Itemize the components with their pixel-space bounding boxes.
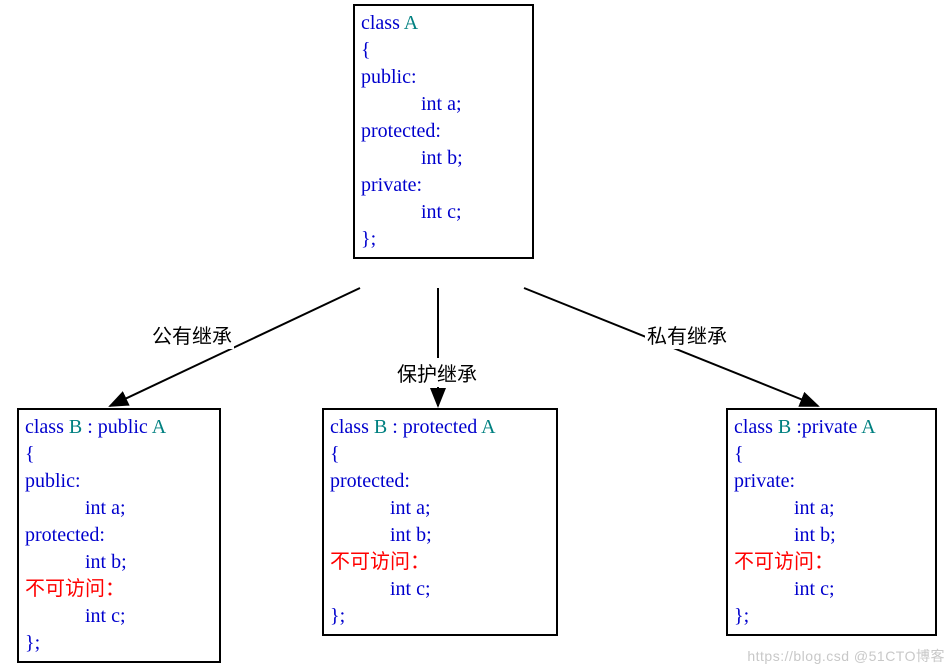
class-b-public-box: class B : public A { public: int a; prot… bbox=[17, 408, 221, 663]
inaccessible-label: 不可访问： bbox=[330, 549, 550, 576]
member-c: int c; bbox=[330, 576, 550, 603]
brace-close: }; bbox=[330, 603, 550, 630]
inaccessible-label: 不可访问： bbox=[25, 576, 213, 603]
member-a: int a; bbox=[734, 495, 929, 522]
member-b: int b; bbox=[734, 522, 929, 549]
access-private: private: bbox=[361, 172, 526, 199]
brace-open: { bbox=[734, 441, 929, 468]
member-a: int a; bbox=[25, 495, 213, 522]
class-a-decl: class A bbox=[361, 10, 526, 37]
label-public-inherit: 公有继承 bbox=[150, 320, 234, 349]
keyword-class: class bbox=[361, 12, 404, 34]
class-name-a: A bbox=[404, 12, 418, 34]
member-b: int b; bbox=[25, 549, 213, 576]
class-a-box: class A { public: int a; protected: int … bbox=[353, 4, 534, 259]
access-protected: protected: bbox=[25, 522, 213, 549]
access-public: public: bbox=[361, 64, 526, 91]
brace-close: }; bbox=[734, 603, 929, 630]
class-b-protected-box: class B : protected A { protected: int a… bbox=[322, 408, 558, 636]
member-c: int c; bbox=[361, 199, 526, 226]
access-private: private: bbox=[734, 468, 929, 495]
inaccessible-label: 不可访问： bbox=[734, 549, 929, 576]
member-c: int c; bbox=[25, 603, 213, 630]
access-protected: protected: bbox=[361, 118, 526, 145]
label-protected-inherit: 保护继承 bbox=[395, 358, 479, 387]
label-private-inherit: 私有继承 bbox=[645, 320, 729, 349]
class-b-private-decl: class B :private A bbox=[734, 414, 929, 441]
member-b: int b; bbox=[330, 522, 550, 549]
brace-close: }; bbox=[361, 226, 526, 253]
member-c: int c; bbox=[734, 576, 929, 603]
brace-open: { bbox=[330, 441, 550, 468]
watermark-text: https://blog.csd @51CTO博客 bbox=[747, 646, 945, 666]
access-protected: protected: bbox=[330, 468, 550, 495]
member-a: int a; bbox=[361, 91, 526, 118]
access-public: public: bbox=[25, 468, 213, 495]
brace-close: }; bbox=[25, 630, 213, 657]
member-a: int a; bbox=[330, 495, 550, 522]
class-b-protected-decl: class B : protected A bbox=[330, 414, 550, 441]
class-b-private-box: class B :private A { private: int a; int… bbox=[726, 408, 937, 636]
member-b: int b; bbox=[361, 145, 526, 172]
brace-open: { bbox=[25, 441, 213, 468]
class-b-public-decl: class B : public A bbox=[25, 414, 213, 441]
brace-open: { bbox=[361, 37, 526, 64]
